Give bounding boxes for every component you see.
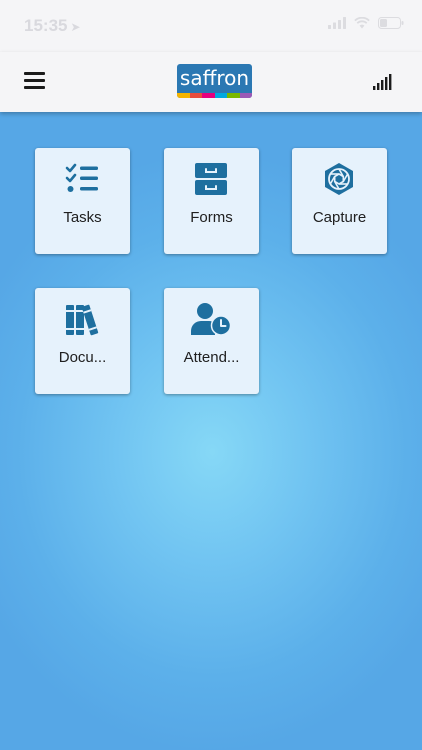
logo-stripe: [202, 93, 215, 98]
hamburger-menu-icon[interactable]: [24, 72, 45, 89]
status-time: 15:35 ➤: [24, 16, 81, 36]
logo-stripe: [239, 93, 252, 98]
tile-label: Attend...: [183, 349, 240, 366]
tile-tasks[interactable]: Tasks: [35, 148, 130, 254]
logo-stripe: [189, 93, 202, 98]
signal-strength-icon[interactable]: [373, 74, 392, 90]
tile-forms[interactable]: Forms: [164, 148, 259, 254]
logo-stripe: [214, 93, 227, 98]
tile-label: Tasks: [63, 209, 102, 226]
filing-cabinet-icon: [195, 163, 227, 195]
logo-text: saffron: [179, 66, 250, 90]
menu-line: [24, 79, 45, 82]
wifi-icon: [354, 17, 370, 29]
tile-capture[interactable]: Capture: [292, 148, 387, 254]
location-arrow-icon: ➤: [70, 20, 81, 34]
status-time-text: 15:35: [24, 16, 68, 35]
tile-label: Capture: [312, 209, 367, 226]
battery-icon: [378, 17, 404, 29]
menu-line: [24, 86, 45, 89]
status-icons: [328, 17, 404, 29]
tile-documents[interactable]: Docu...: [35, 288, 130, 394]
tile-attendance[interactable]: Attend...: [164, 288, 259, 394]
books-icon: [66, 304, 99, 336]
app-header: saffron: [0, 52, 422, 112]
logo-stripe: [177, 93, 190, 98]
user-clock-icon: [191, 303, 231, 336]
checklist-icon: [65, 163, 98, 192]
menu-line: [24, 72, 45, 75]
aperture-icon: [325, 163, 353, 195]
saffron-logo: saffron: [177, 64, 252, 98]
logo-stripe: [227, 93, 240, 98]
cellular-signal-icon: [328, 17, 346, 29]
logo-color-stripes: [177, 93, 252, 98]
status-bar: 15:35 ➤: [0, 0, 422, 52]
tile-label: Forms: [190, 209, 233, 226]
tile-label: Docu...: [58, 349, 107, 366]
